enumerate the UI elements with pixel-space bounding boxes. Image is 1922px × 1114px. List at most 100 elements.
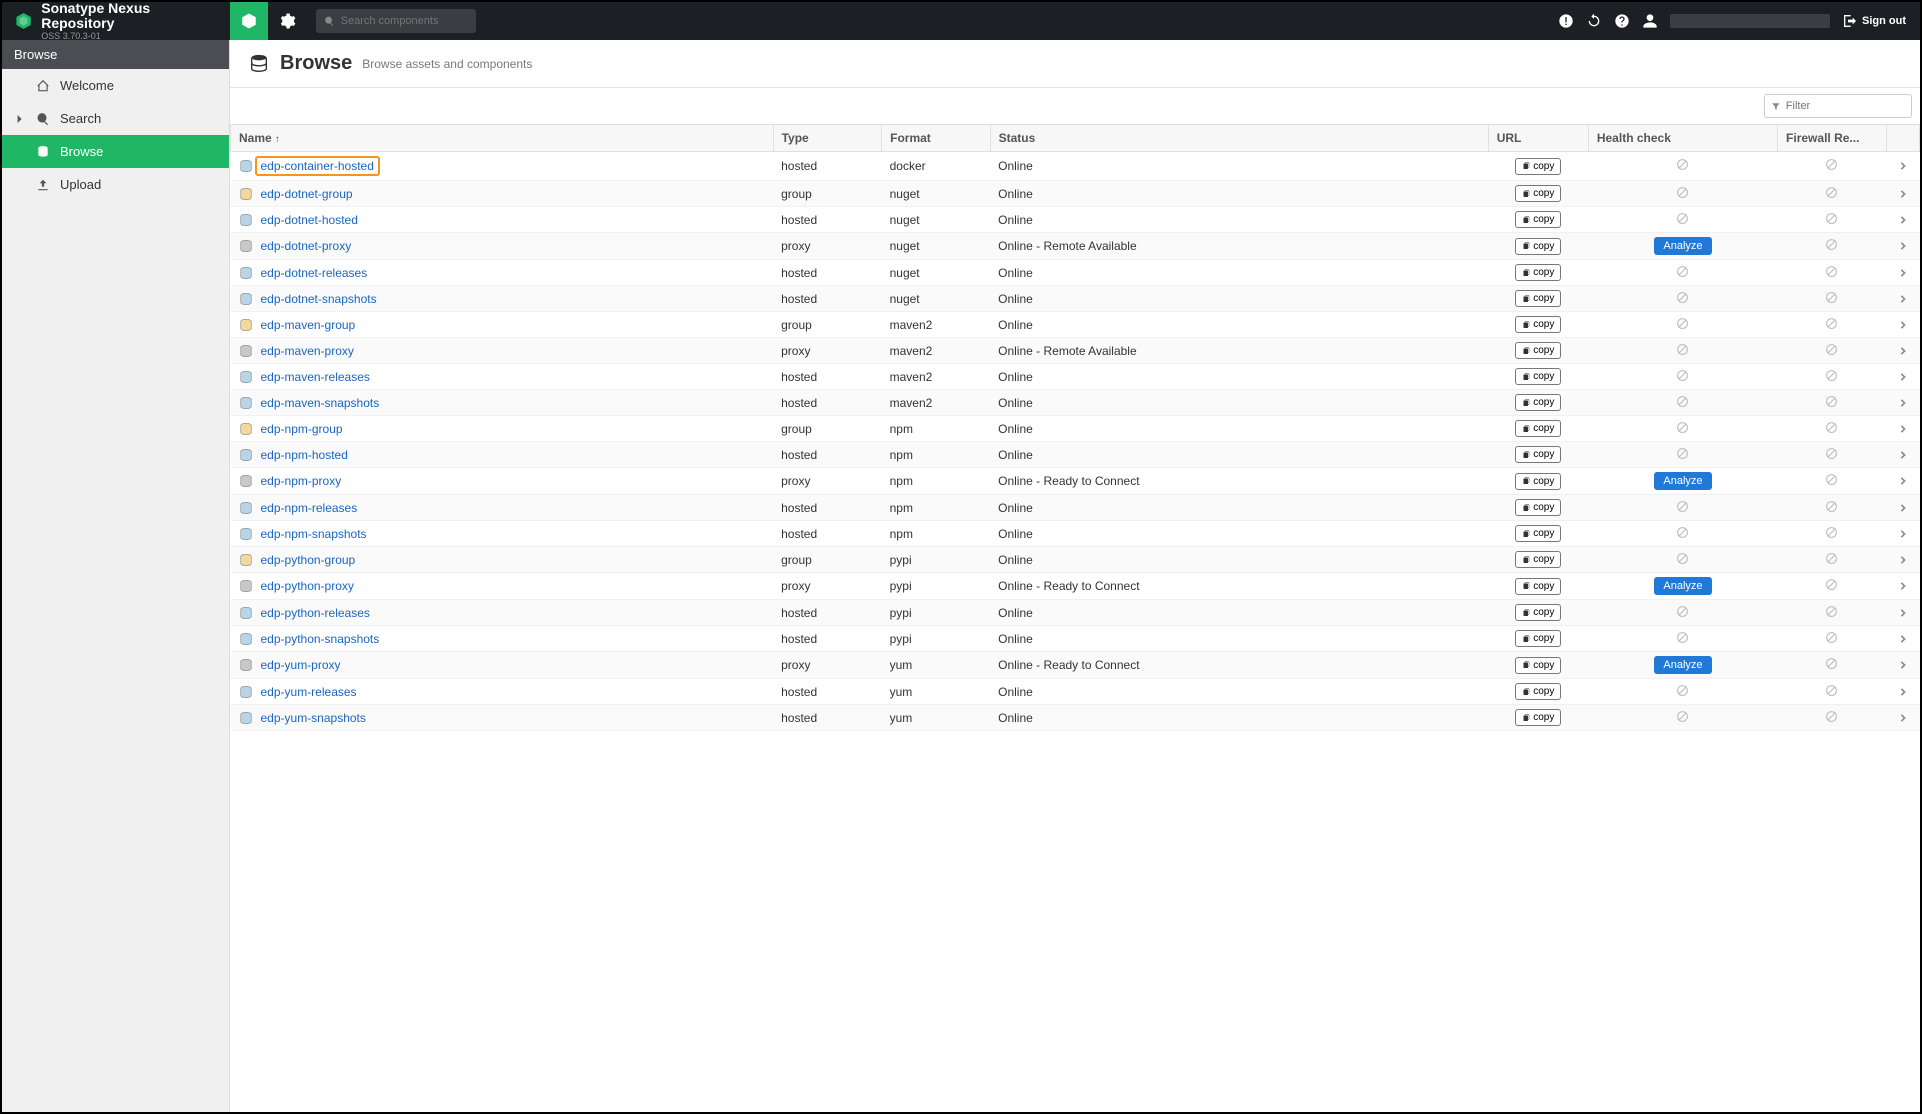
copy-url-button[interactable]: copy — [1515, 630, 1561, 647]
copy-url-button[interactable]: copy — [1515, 394, 1561, 411]
copy-url-button[interactable]: copy — [1515, 446, 1561, 463]
repo-link[interactable]: edp-npm-group — [261, 422, 343, 436]
repo-link[interactable]: edp-dotnet-snapshots — [261, 292, 377, 306]
chevron-right-icon[interactable] — [1899, 373, 1907, 381]
chevron-right-icon[interactable] — [1899, 399, 1907, 407]
search-input[interactable] — [341, 15, 468, 27]
table-row[interactable]: edp-python-groupgrouppypiOnlinecopy — [231, 547, 1920, 573]
copy-url-button[interactable]: copy — [1515, 473, 1561, 490]
repo-link[interactable]: edp-python-group — [261, 553, 356, 567]
table-row[interactable]: edp-npm-proxyproxynpmOnline - Ready to C… — [231, 468, 1920, 495]
copy-url-button[interactable]: copy — [1515, 578, 1561, 595]
copy-url-button[interactable]: copy — [1515, 420, 1561, 437]
repo-link[interactable]: edp-container-hosted — [255, 156, 380, 176]
chevron-right-icon[interactable] — [1899, 688, 1907, 696]
table-row[interactable]: edp-python-proxyproxypypiOnline - Ready … — [231, 573, 1920, 600]
chevron-right-icon[interactable] — [1899, 216, 1907, 224]
chevron-right-icon[interactable] — [1899, 321, 1907, 329]
copy-url-button[interactable]: copy — [1515, 342, 1561, 359]
chevron-right-icon[interactable] — [1899, 295, 1907, 303]
analyze-button[interactable]: Analyze — [1654, 237, 1711, 255]
table-row[interactable]: edp-maven-groupgroupmaven2Onlinecopy — [231, 312, 1920, 338]
analyze-button[interactable]: Analyze — [1654, 577, 1711, 595]
chevron-right-icon[interactable] — [1899, 661, 1907, 669]
repo-link[interactable]: edp-npm-proxy — [261, 474, 342, 488]
col-format-header[interactable]: Format — [882, 125, 991, 152]
global-search[interactable] — [316, 9, 476, 33]
copy-url-button[interactable]: copy — [1515, 499, 1561, 516]
copy-url-button[interactable]: copy — [1515, 264, 1561, 281]
repo-link[interactable]: edp-python-releases — [261, 606, 370, 620]
chevron-right-icon[interactable] — [1899, 609, 1907, 617]
table-row[interactable]: edp-dotnet-snapshotshostednugetOnlinecop… — [231, 286, 1920, 312]
chevron-right-icon[interactable] — [1899, 530, 1907, 538]
repo-link[interactable]: edp-npm-releases — [261, 501, 358, 515]
col-health-header[interactable]: Health check — [1588, 125, 1777, 152]
table-row[interactable]: edp-python-releaseshostedpypiOnlinecopy — [231, 600, 1920, 626]
repo-link[interactable]: edp-dotnet-releases — [261, 266, 368, 280]
table-row[interactable]: edp-npm-hostedhostednpmOnlinecopy — [231, 442, 1920, 468]
copy-url-button[interactable]: copy — [1515, 551, 1561, 568]
filter-box[interactable] — [1764, 94, 1912, 118]
copy-url-button[interactable]: copy — [1515, 211, 1561, 228]
table-row[interactable]: edp-dotnet-hostedhostednugetOnlinecopy — [231, 207, 1920, 233]
copy-url-button[interactable]: copy — [1515, 185, 1561, 202]
copy-url-button[interactable]: copy — [1515, 368, 1561, 385]
col-firewall-header[interactable]: Firewall Re... — [1778, 125, 1887, 152]
repo-link[interactable]: edp-dotnet-group — [261, 187, 353, 201]
chevron-right-icon[interactable] — [1899, 582, 1907, 590]
repo-link[interactable]: edp-yum-snapshots — [261, 711, 366, 725]
browse-mode-button[interactable] — [230, 2, 268, 40]
signout-button[interactable]: Sign out — [1842, 13, 1906, 29]
table-row[interactable]: edp-container-hostedhosteddockerOnlineco… — [231, 152, 1920, 181]
chevron-right-icon[interactable] — [1899, 242, 1907, 250]
copy-url-button[interactable]: copy — [1515, 158, 1561, 175]
col-url-header[interactable]: URL — [1488, 125, 1588, 152]
table-row[interactable]: edp-dotnet-proxyproxynugetOnline - Remot… — [231, 233, 1920, 260]
repo-link[interactable]: edp-maven-snapshots — [261, 396, 380, 410]
chevron-right-icon[interactable] — [1899, 556, 1907, 564]
table-row[interactable]: edp-npm-snapshotshostednpmOnlinecopy — [231, 521, 1920, 547]
table-row[interactable]: edp-maven-proxyproxymaven2Online - Remot… — [231, 338, 1920, 364]
copy-url-button[interactable]: copy — [1515, 290, 1561, 307]
col-name-header[interactable]: Name↑ — [231, 125, 774, 152]
table-row[interactable]: edp-maven-snapshotshostedmaven2Onlinecop… — [231, 390, 1920, 416]
table-row[interactable]: edp-python-snapshotshostedpypiOnlinecopy — [231, 626, 1920, 652]
chevron-right-icon[interactable] — [1899, 504, 1907, 512]
repo-link[interactable]: edp-python-snapshots — [261, 632, 380, 646]
sidebar-item-upload[interactable]: Upload — [2, 168, 229, 201]
repo-link[interactable]: edp-dotnet-proxy — [261, 239, 352, 253]
analyze-button[interactable]: Analyze — [1654, 656, 1711, 674]
col-type-header[interactable]: Type — [773, 125, 882, 152]
repo-link[interactable]: edp-maven-proxy — [261, 344, 354, 358]
table-row[interactable]: edp-npm-releaseshostednpmOnlinecopy — [231, 495, 1920, 521]
repo-link[interactable]: edp-npm-hosted — [261, 448, 348, 462]
repo-link[interactable]: edp-yum-releases — [261, 685, 357, 699]
copy-url-button[interactable]: copy — [1515, 657, 1561, 674]
copy-url-button[interactable]: copy — [1515, 238, 1561, 255]
chevron-right-icon[interactable] — [1899, 714, 1907, 722]
table-row[interactable]: edp-dotnet-groupgroupnugetOnlinecopy — [231, 181, 1920, 207]
repo-link[interactable]: edp-dotnet-hosted — [261, 213, 358, 227]
repo-link[interactable]: edp-maven-group — [261, 318, 356, 332]
help-icon[interactable] — [1614, 13, 1630, 29]
chevron-right-icon[interactable] — [1899, 477, 1907, 485]
table-row[interactable]: edp-yum-proxyproxyyumOnline - Ready to C… — [231, 652, 1920, 679]
user-icon[interactable] — [1642, 13, 1658, 29]
table-row[interactable]: edp-npm-groupgroupnpmOnlinecopy — [231, 416, 1920, 442]
sidebar-item-search[interactable]: Search — [2, 102, 229, 135]
admin-mode-button[interactable] — [268, 2, 306, 40]
repo-link[interactable]: edp-maven-releases — [261, 370, 370, 384]
copy-url-button[interactable]: copy — [1515, 709, 1561, 726]
table-row[interactable]: edp-dotnet-releaseshostednugetOnlinecopy — [231, 260, 1920, 286]
repo-link[interactable]: edp-python-proxy — [261, 579, 354, 593]
table-row[interactable]: edp-maven-releaseshostedmaven2Onlinecopy — [231, 364, 1920, 390]
chevron-right-icon[interactable] — [1899, 635, 1907, 643]
table-row[interactable]: edp-yum-releaseshostedyumOnlinecopy — [231, 679, 1920, 705]
chevron-right-icon[interactable] — [1899, 451, 1907, 459]
table-row[interactable]: edp-yum-snapshotshostedyumOnlinecopy — [231, 705, 1920, 731]
repo-link[interactable]: edp-npm-snapshots — [261, 527, 367, 541]
chevron-right-icon[interactable] — [1899, 425, 1907, 433]
alert-icon[interactable] — [1558, 13, 1574, 29]
copy-url-button[interactable]: copy — [1515, 316, 1561, 333]
